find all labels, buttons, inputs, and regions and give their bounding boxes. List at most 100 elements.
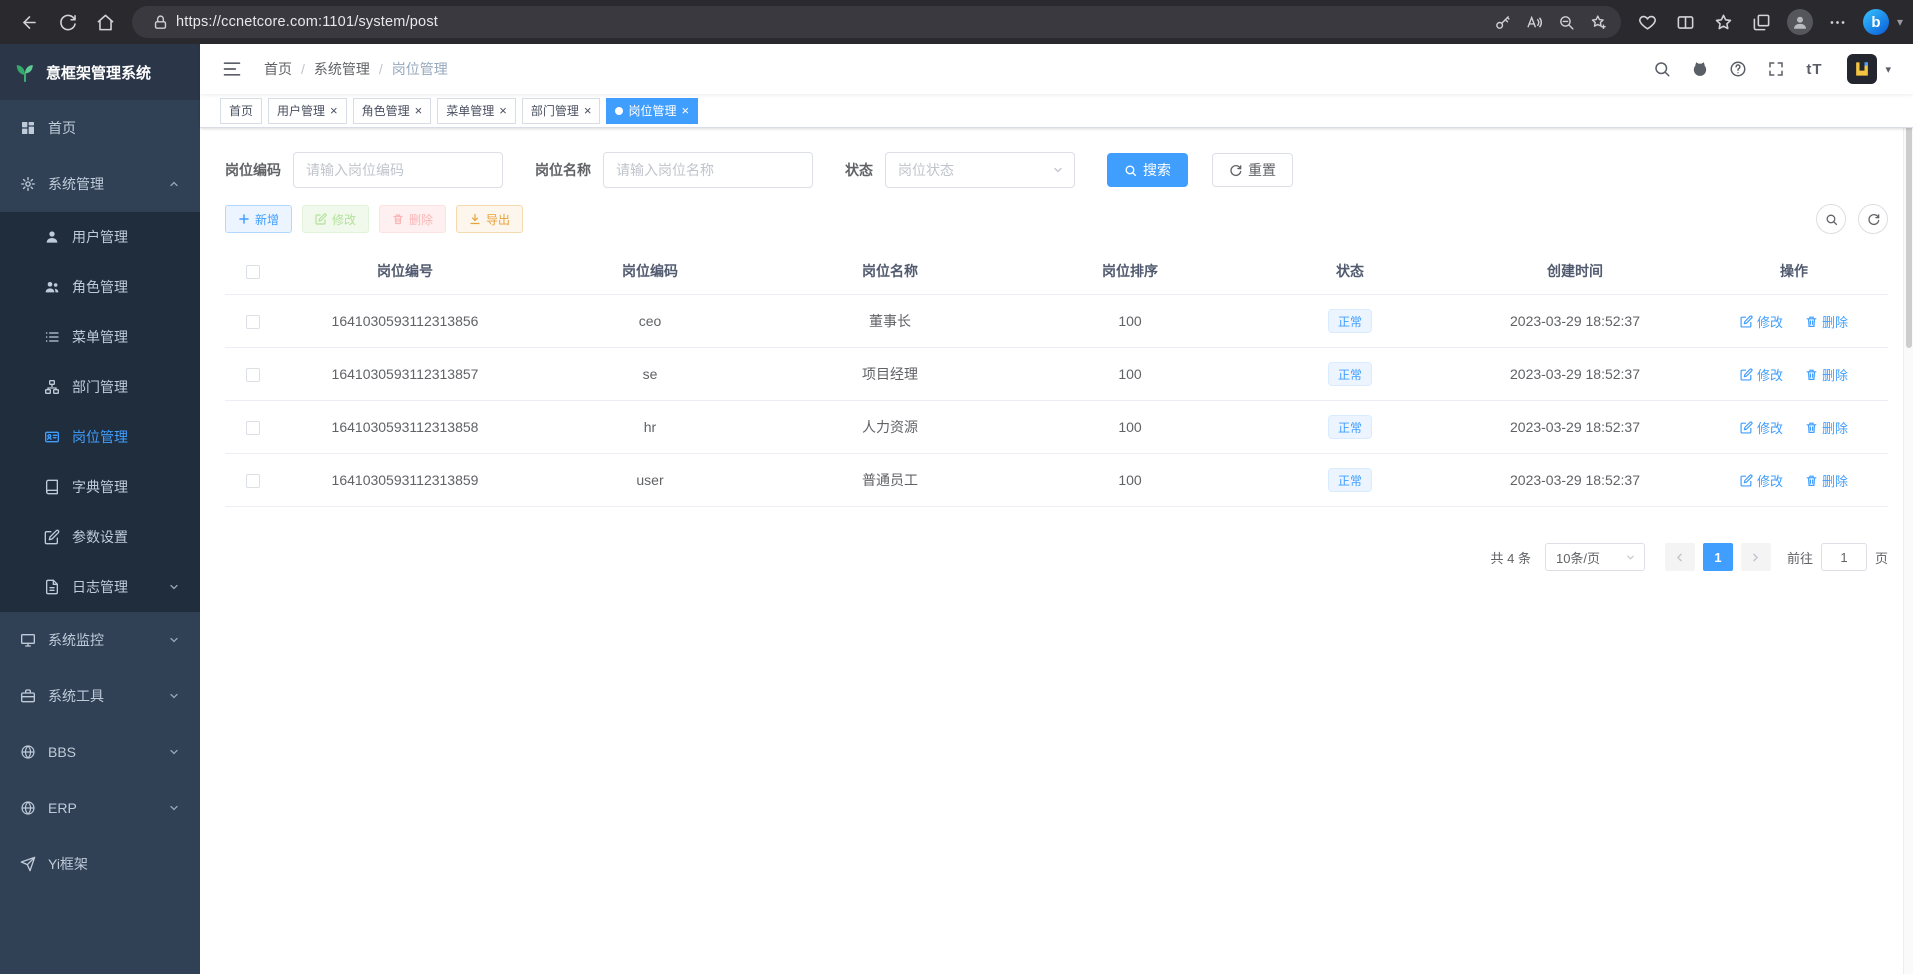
profile-button[interactable]: [1781, 5, 1819, 39]
tab-dept-mgmt[interactable]: 部门管理 ×: [522, 98, 601, 124]
zoom-out-button[interactable]: [1551, 8, 1583, 36]
browser-essentials-button[interactable]: [1629, 5, 1667, 39]
fullscreen-button[interactable]: [1761, 54, 1791, 84]
row-checkbox[interactable]: [246, 368, 260, 382]
cell-post-name: 人力资源: [770, 401, 1010, 454]
row-edit-button[interactable]: 修改: [1740, 471, 1783, 490]
help-button[interactable]: [1723, 54, 1753, 84]
post-name-input[interactable]: [603, 152, 813, 188]
close-icon[interactable]: ×: [330, 104, 338, 117]
sidebar-item-menu-mgmt[interactable]: 菜单管理: [0, 312, 200, 362]
delete-button[interactable]: 删除: [379, 205, 446, 233]
sidebar-item-erp[interactable]: ERP: [0, 780, 200, 836]
sidebar-item-tools[interactable]: 系统工具: [0, 668, 200, 724]
sidebar-item-yi-framework[interactable]: Yi框架: [0, 836, 200, 892]
breadcrumb-system[interactable]: 系统管理: [314, 59, 370, 79]
sidebar-item-bbs[interactable]: BBS: [0, 724, 200, 780]
refresh-button[interactable]: [48, 5, 86, 39]
user-avatar[interactable]: [1847, 54, 1877, 84]
sidebar-item-system[interactable]: 系统管理: [0, 156, 200, 212]
select-all-checkbox[interactable]: [246, 265, 260, 279]
cell-post-code: ceo: [530, 295, 770, 348]
favorites-button[interactable]: [1705, 5, 1743, 39]
question-circle-icon: [1729, 60, 1747, 78]
row-delete-button[interactable]: 删除: [1805, 418, 1848, 437]
next-page-button[interactable]: [1741, 543, 1771, 571]
toggle-search-button[interactable]: [1816, 204, 1846, 234]
row-delete-button[interactable]: 删除: [1805, 471, 1848, 490]
tab-menu-mgmt[interactable]: 菜单管理 ×: [437, 98, 516, 124]
app-logo: 意框架管理系统: [0, 44, 200, 100]
close-icon[interactable]: ×: [681, 104, 689, 117]
page-unit-label: 页: [1875, 548, 1888, 567]
search-button[interactable]: 搜索: [1107, 153, 1188, 187]
sidebar-item-post-mgmt[interactable]: 岗位管理: [0, 412, 200, 462]
row-edit-button[interactable]: 修改: [1740, 418, 1783, 437]
tab-label: 首页: [229, 102, 253, 119]
url-text[interactable]: https://ccnetcore.com:1101/system/post: [176, 14, 1487, 30]
font-size-button[interactable]: tT: [1799, 54, 1829, 84]
export-button[interactable]: 导出: [456, 205, 523, 233]
address-bar[interactable]: https://ccnetcore.com:1101/system/post: [132, 6, 1621, 38]
sidebar-item-log-mgmt[interactable]: 日志管理: [0, 562, 200, 612]
close-icon[interactable]: ×: [415, 104, 423, 117]
sidebar-item-user-mgmt[interactable]: 用户管理: [0, 212, 200, 262]
github-link-button[interactable]: [1685, 54, 1715, 84]
add-button[interactable]: 新增: [225, 205, 292, 233]
header-search-button[interactable]: [1647, 54, 1677, 84]
row-edit-button[interactable]: 修改: [1740, 365, 1783, 384]
add-favorite-button[interactable]: [1583, 8, 1615, 36]
chevron-up-icon: [168, 178, 180, 190]
edit-button[interactable]: 修改: [302, 205, 369, 233]
row-edit-button[interactable]: 修改: [1740, 312, 1783, 331]
tab-user-mgmt[interactable]: 用户管理 ×: [268, 98, 347, 124]
tab-home[interactable]: 首页: [220, 98, 262, 124]
cell-post-id: 1641030593112313856: [280, 295, 530, 348]
sidebar-toggle-button[interactable]: [214, 59, 250, 79]
copilot-button[interactable]: b: [1857, 5, 1895, 39]
scrollbar[interactable]: [1903, 44, 1913, 974]
sidebar-item-home[interactable]: 首页: [0, 100, 200, 156]
close-icon[interactable]: ×: [584, 104, 592, 117]
read-aloud-button[interactable]: [1519, 8, 1551, 36]
status-select[interactable]: 岗位状态: [885, 152, 1075, 188]
home-icon: [96, 13, 115, 32]
sidebar-item-role-mgmt[interactable]: 角色管理: [0, 262, 200, 312]
row-delete-button[interactable]: 删除: [1805, 312, 1848, 331]
goto-page-input[interactable]: [1821, 543, 1867, 571]
page-number-button[interactable]: 1: [1703, 543, 1733, 571]
sidebar-item-dict-mgmt[interactable]: 字典管理: [0, 462, 200, 512]
close-icon[interactable]: ×: [499, 104, 507, 117]
cell-post-code: se: [530, 348, 770, 401]
home-button[interactable]: [86, 5, 124, 39]
page-size-select[interactable]: 10条/页: [1545, 543, 1645, 571]
browser-menu-button[interactable]: [1819, 5, 1857, 39]
tab-post-mgmt[interactable]: 岗位管理 ×: [606, 98, 698, 124]
back-button[interactable]: [10, 5, 48, 39]
site-security-button[interactable]: [144, 8, 176, 36]
row-delete-button[interactable]: 删除: [1805, 365, 1848, 384]
table-row: 1641030593112313858 hr 人力资源 100 正常 2023-…: [225, 401, 1888, 454]
refresh-table-button[interactable]: [1858, 204, 1888, 234]
sidebar-item-dept-mgmt[interactable]: 部门管理: [0, 362, 200, 412]
collections-button[interactable]: [1743, 5, 1781, 39]
chevron-down-icon: [168, 634, 180, 646]
sidebar-item-monitor[interactable]: 系统监控: [0, 612, 200, 668]
tab-role-mgmt[interactable]: 角色管理 ×: [353, 98, 432, 124]
chevron-down-icon[interactable]: ▾: [1897, 15, 1903, 29]
refresh-icon: [58, 13, 77, 32]
breadcrumb-home[interactable]: 首页: [264, 59, 292, 79]
row-checkbox[interactable]: [246, 421, 260, 435]
sidebar-item-param-settings[interactable]: 参数设置: [0, 512, 200, 562]
reset-button[interactable]: 重置: [1212, 153, 1293, 187]
split-screen-button[interactable]: [1667, 5, 1705, 39]
sidebar-item-label: BBS: [48, 744, 76, 760]
saved-passwords-button[interactable]: [1487, 8, 1519, 36]
post-code-input[interactable]: [293, 152, 503, 188]
row-checkbox[interactable]: [246, 315, 260, 329]
prev-page-button[interactable]: [1665, 543, 1695, 571]
back-arrow-icon: [20, 13, 39, 32]
row-checkbox[interactable]: [246, 474, 260, 488]
user-menu-caret-icon[interactable]: ▾: [1885, 63, 1891, 76]
post-table: 岗位编号 岗位编码 岗位名称 岗位排序 状态 创建时间 操作 164103059…: [225, 248, 1888, 507]
